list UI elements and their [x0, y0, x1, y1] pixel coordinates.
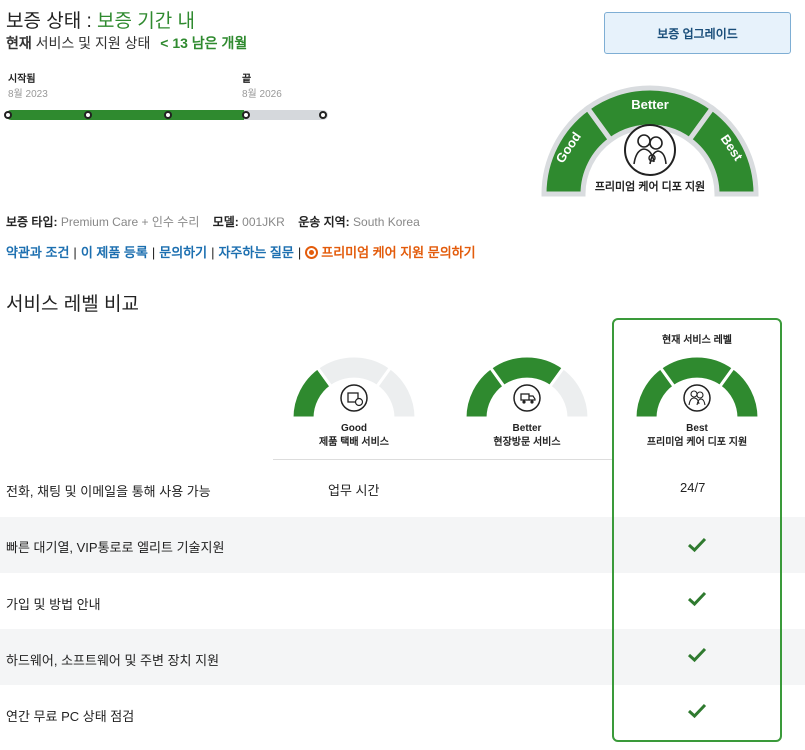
tier-good-level: Good — [340, 423, 368, 434]
link-separator: | — [211, 245, 215, 260]
timeline-start-date: 8월 2023 — [8, 89, 48, 100]
model-label: 모델: — [212, 215, 239, 229]
support-agents-icon — [683, 384, 711, 412]
link-separator: | — [297, 245, 302, 260]
terms-link[interactable]: 약관과 조건 — [6, 245, 69, 260]
truck-icon — [513, 384, 541, 412]
current-status-text: 서비스 및 지원 상태 — [35, 35, 151, 51]
timeline-dot — [84, 111, 92, 119]
package-icon — [340, 384, 368, 412]
tier-gauge-good — [290, 354, 418, 418]
timeline-end-date: 8월 2026 — [242, 89, 282, 100]
premium-contact-link[interactable]: 프리미엄 케어 지원 문의하기 — [321, 245, 475, 260]
tier-good-name: Good 제품 택배 서비스 — [279, 422, 429, 450]
tier-gauge-best — [633, 354, 761, 418]
status-title-prefix: 보증 상태 : — [6, 11, 92, 32]
comparison-section-title: 서비스 레벨 비교 — [6, 294, 139, 315]
table-header-divider — [273, 459, 612, 460]
model-value: 001JKR — [242, 215, 285, 229]
contact-link[interactable]: 문의하기 — [159, 245, 207, 260]
tier-better-level: Better — [512, 423, 542, 434]
link-separator: | — [151, 245, 156, 260]
link-separator: | — [73, 245, 77, 260]
timeline-start-label: 시작됨 — [8, 74, 36, 85]
region-value: South Korea — [353, 215, 420, 229]
row-label: 전화, 채팅 및 이메일을 통해 사용 가능 — [6, 484, 211, 499]
service-status-line: 현재 서비스 및 지원 상태 < 13 남은 개월 — [6, 33, 247, 53]
timeline-dot — [164, 111, 172, 119]
remaining-months: < 13 남은 개월 — [160, 35, 248, 51]
tier-gauge-better — [463, 354, 591, 418]
row-label: 빠른 대기열, VIP통로로 엘리트 기술지원 — [6, 540, 225, 555]
upgrade-warranty-button[interactable]: 보증 업그레이드 — [604, 12, 791, 54]
warranty-type-value: Premium Care + 인수 수리 — [60, 215, 200, 229]
current-bold-label: 현재 — [6, 35, 32, 51]
tier-good-service: 제품 택배 서비스 — [319, 437, 389, 448]
premium-support-icon — [305, 246, 319, 259]
region-label: 운송 지역: — [298, 215, 350, 229]
support-agents-icon — [624, 124, 676, 176]
faq-link[interactable]: 자주하는 질문 — [218, 245, 293, 260]
timeline-dot — [242, 111, 250, 119]
support-links: 약관과 조건 | 이 제품 등록 | 문의하기 | 자주하는 질문 | 프리미엄 케어 지원 문… — [6, 242, 476, 261]
tier-best-level: Best — [686, 423, 708, 434]
tier-best-service: 프리미엄 케어 디포 지원 — [646, 437, 748, 448]
gauge-level-better: Better — [631, 97, 669, 112]
product-info-row: 보증 타입: Premium Care + 인수 수리 모델: 001JKR 운… — [6, 213, 430, 230]
timeline-end-label: 끝 — [242, 74, 252, 85]
warranty-timeline-progress — [6, 110, 245, 120]
warranty-type-label: 보증 타입: — [6, 215, 58, 229]
warranty-status-title: 보증 상태 : 보증 기간 내 — [6, 6, 195, 33]
tier-best-name: Best 프리미엄 케어 디포 지원 — [622, 422, 772, 450]
tier-better-name: Better 현장방문 서비스 — [452, 422, 602, 450]
register-product-link[interactable]: 이 제품 등록 — [81, 245, 148, 260]
current-service-level-label: 현재 서비스 레벨 — [662, 335, 732, 346]
row-label: 연간 무료 PC 상태 점검 — [6, 709, 135, 724]
row-label: 가입 및 방법 안내 — [6, 597, 101, 612]
timeline-dot — [4, 111, 12, 119]
good-tier-value: 업무 시간 — [328, 483, 380, 498]
status-title-value: 보증 기간 내 — [97, 11, 196, 32]
warranty-timeline-track — [4, 110, 328, 120]
timeline-dot — [319, 111, 327, 119]
tier-better-service: 현장방문 서비스 — [493, 437, 561, 448]
gauge-current-level-label: 프리미엄 케어 디포 지원 — [594, 181, 706, 193]
row-label: 하드웨어, 소프트웨어 및 주변 장치 지원 — [6, 653, 220, 668]
